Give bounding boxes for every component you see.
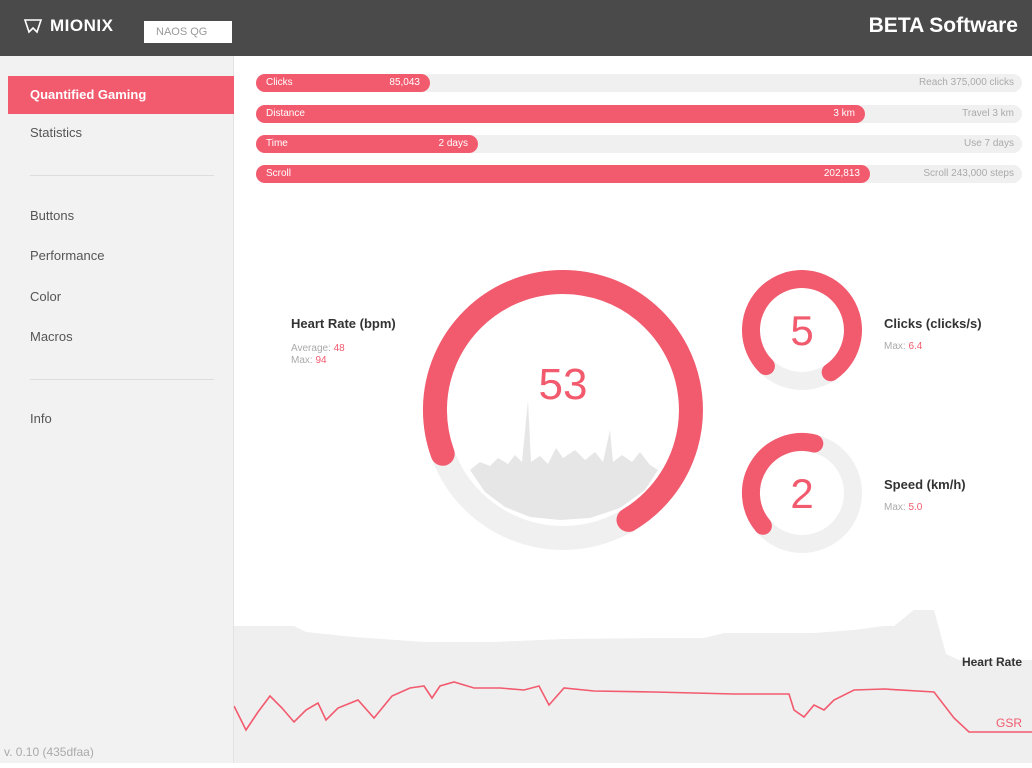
heart-rate-series-label: Heart Rate — [961, 655, 1022, 669]
max-value: 5.0 — [908, 502, 923, 513]
clicks-title: Clicks (clicks/s) — [884, 316, 982, 331]
heart-rate-area — [234, 610, 1032, 763]
max-value: 6.4 — [908, 341, 923, 352]
max-label: Max: — [884, 341, 906, 352]
clicks-stats: Max: 6.4 — [884, 341, 922, 353]
live-chart: Heart Rate GSR — [233, 600, 1032, 763]
gsr-series-label: GSR — [995, 716, 1022, 730]
clicks-value: 5 — [790, 307, 814, 354]
heart-rate-waveform — [470, 400, 658, 520]
speed-value: 2 — [790, 470, 814, 517]
speed-stats: Max: 5.0 — [884, 502, 922, 514]
speed-title: Speed (km/h) — [884, 477, 966, 492]
max-label: Max: — [884, 502, 906, 513]
heart-rate-value: 53 — [538, 360, 588, 409]
live-chart-svg — [233, 610, 1032, 763]
